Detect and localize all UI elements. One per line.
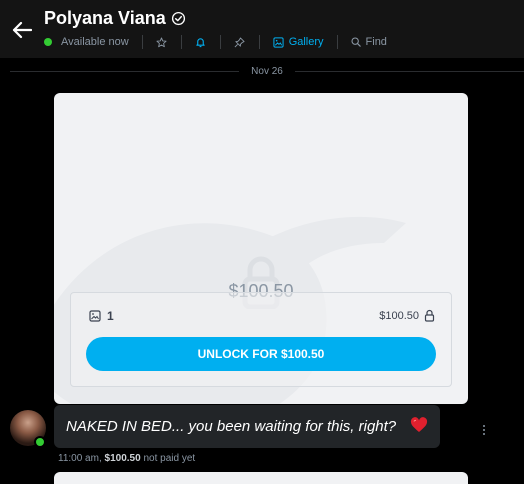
header-toolbar: Available now Gallery Find [44,33,387,51]
heart-icon [410,417,428,432]
pin-icon [234,36,245,47]
date-divider: Nov 26 [10,64,524,78]
divider [258,35,260,49]
dot [483,433,485,435]
dot [483,429,485,431]
divider [141,35,143,49]
divider-line [294,70,524,72]
online-status-dot [34,436,46,448]
message-meta: 11:00 am, $100.50 not paid yet [58,453,195,464]
unlock-button[interactable]: UNLOCK FOR $100.50 [86,337,436,371]
gallery-label: Gallery [288,36,324,48]
image-icon [273,36,284,48]
date-label: Nov 26 [251,65,283,77]
next-post-card[interactable] [54,472,468,484]
unlock-panel: 1 $100.50 UNLOCK FOR $100.50 [70,292,452,387]
find-button[interactable]: Find [350,36,387,48]
media-count-value: 1 [107,309,114,323]
image-icon [89,310,101,322]
star-icon [156,36,167,47]
paid-status: not paid yet [143,453,196,464]
message-price: $100.50 [104,453,141,464]
gallery-button[interactable]: Gallery [273,36,324,48]
status-text: Available now [61,36,129,48]
message-text: NAKED IN BED... you been waiting for thi… [66,418,397,435]
bell-icon [196,38,205,48]
lock-icon [424,309,435,322]
star-button[interactable] [156,36,168,48]
price-value: $100.50 [379,309,419,322]
divider [336,35,338,49]
message-bubble[interactable]: NAKED IN BED... you been waiting for thi… [54,405,440,448]
message-time: 11:00 am, [58,453,102,464]
arrow-left-icon [12,21,32,39]
pin-button[interactable] [234,36,246,48]
chat-header: Polyana Viana Available now Gallery Find [0,0,524,58]
online-status-dot [44,38,52,46]
contact-name[interactable]: Polyana Viana [44,8,166,29]
divider [180,35,182,49]
price-label: $100.50 [379,309,435,322]
search-icon [350,37,361,47]
divider [219,35,221,49]
locked-post-card[interactable]: $100.50 1 $100.50 UNLOCK FOR $100.50 [54,93,468,404]
verified-check-icon [171,11,185,26]
divider-line [10,70,240,72]
more-vertical-icon[interactable] [478,420,490,440]
title-row: Polyana Viana [44,8,186,29]
dot [483,425,485,427]
notifications-button[interactable] [195,36,207,48]
media-count: 1 [89,309,114,323]
find-label: Find [365,36,387,48]
back-button[interactable] [8,15,36,45]
